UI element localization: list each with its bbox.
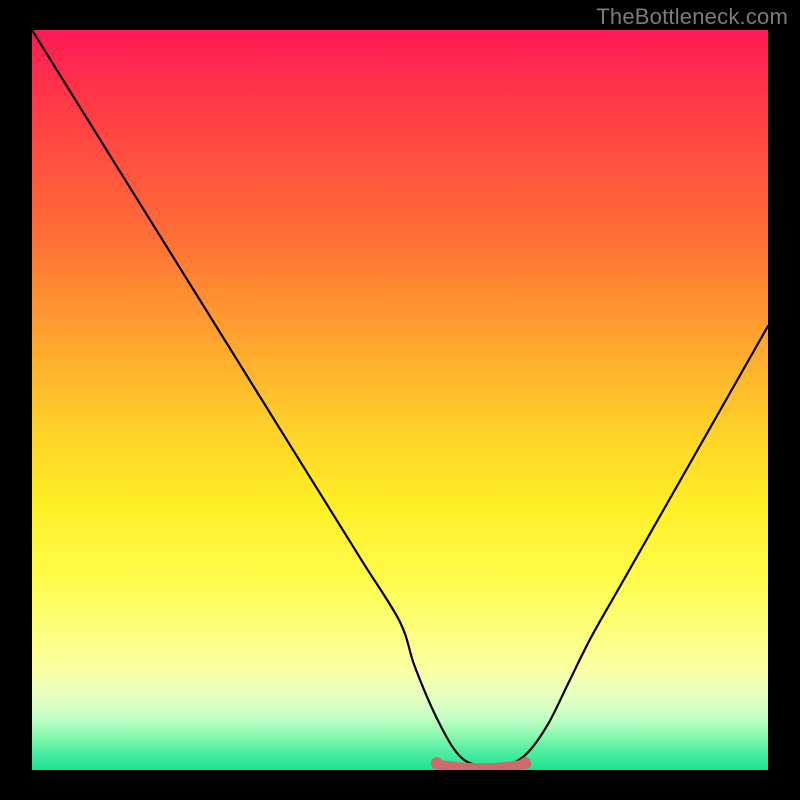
- bottom-marker-dot-right: [519, 757, 531, 769]
- watermark-text: TheBottleneck.com: [596, 4, 788, 30]
- chart-container: TheBottleneck.com: [0, 0, 800, 800]
- curve-svg: [32, 30, 768, 770]
- bottom-marker: [437, 764, 525, 768]
- bottleneck-curve: [32, 30, 768, 768]
- plot-area: [32, 30, 768, 770]
- bottom-marker-dot-left: [431, 757, 443, 769]
